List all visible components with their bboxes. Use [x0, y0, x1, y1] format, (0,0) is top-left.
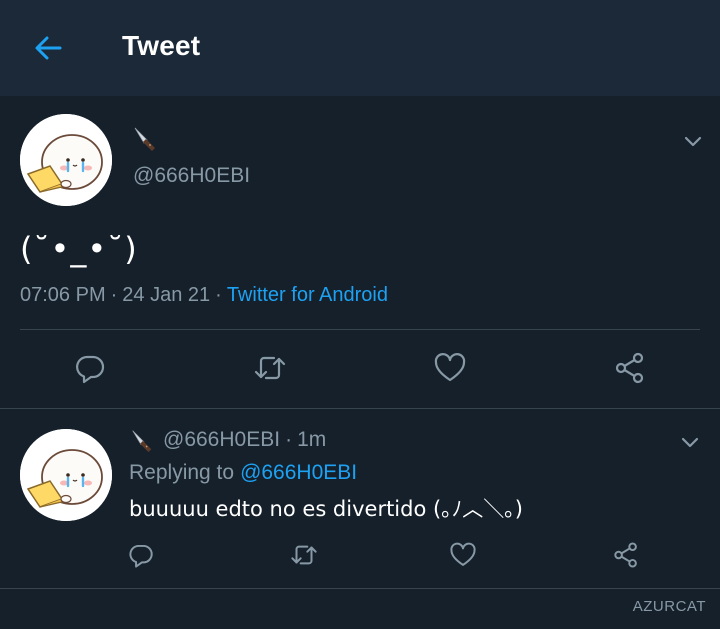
separator: ·	[215, 284, 222, 306]
tweet-time: 07:06 PM	[20, 284, 106, 306]
like-icon	[450, 542, 476, 566]
top-app-bar: Tweet	[0, 0, 720, 96]
like-button[interactable]	[445, 537, 481, 573]
tweet-detail-screen: Tweet @666H0EBI (˘•_•˘) 07:06 PM · 24 Ja…	[0, 0, 720, 629]
retweet-button[interactable]	[286, 537, 322, 573]
retweet-icon	[254, 356, 286, 380]
tweet-action-bar	[0, 348, 720, 390]
share-icon	[615, 352, 644, 384]
reply-button[interactable]	[123, 537, 159, 573]
tweet-date: 24 Jan 21	[122, 284, 211, 306]
main-tweet: @666H0EBI (˘•_•˘) 07:06 PM · 24 Jan 21 · Twi…	[0, 96, 720, 408]
reply-icon	[129, 544, 153, 568]
reply-header: @666H0EBI · 1m	[129, 427, 326, 453]
chevron-down-icon[interactable]	[680, 128, 706, 154]
separator: ·	[285, 428, 293, 451]
replying-to: Replying to @666H0EBI	[129, 461, 357, 485]
avatar[interactable]	[20, 114, 112, 206]
arrow-left-icon	[35, 36, 62, 60]
replying-label: Replying to	[129, 461, 235, 484]
author-handle[interactable]: @666H0EBI	[133, 164, 250, 188]
retweet-icon	[291, 545, 317, 565]
share-icon	[614, 542, 637, 568]
share-button[interactable]	[610, 348, 650, 388]
back-button[interactable]	[28, 28, 68, 68]
tweet-metadata: 07:06 PM · 24 Jan 21 · Twitter for Android	[20, 284, 388, 307]
divider	[0, 588, 720, 589]
mention-link[interactable]: @666H0EBI	[240, 461, 357, 484]
avatar[interactable]	[20, 429, 112, 521]
author-handle[interactable]: @666H0EBI	[163, 428, 280, 452]
tweet-client-link[interactable]: Twitter for Android	[227, 284, 388, 306]
avatar-image	[20, 429, 112, 521]
retweet-button[interactable]	[250, 348, 290, 388]
like-icon	[434, 353, 466, 382]
page-title: Tweet	[122, 30, 201, 61]
reply-icon	[76, 355, 105, 384]
separator: ·	[110, 284, 118, 306]
tweet-age: 1m	[297, 428, 327, 451]
tweet-text: (˘•_•˘)	[20, 230, 138, 268]
knife-emoji-icon	[134, 127, 155, 151]
avatar-image	[20, 114, 112, 206]
reply-tweet[interactable]: @666H0EBI · 1m Replying to @666H0EBI buuuuu…	[0, 409, 720, 589]
tweet-text: buuuuu edto no es divertido (｡ﾉ︿＼｡)	[129, 497, 523, 521]
watermark: AZURCAT	[632, 598, 706, 615]
tweet-action-bar	[0, 537, 720, 571]
share-button[interactable]	[608, 537, 644, 573]
divider	[20, 329, 700, 330]
chevron-down-icon[interactable]	[677, 429, 703, 455]
reply-button[interactable]	[70, 348, 110, 388]
like-button[interactable]	[430, 348, 470, 388]
knife-emoji-icon	[132, 430, 152, 453]
